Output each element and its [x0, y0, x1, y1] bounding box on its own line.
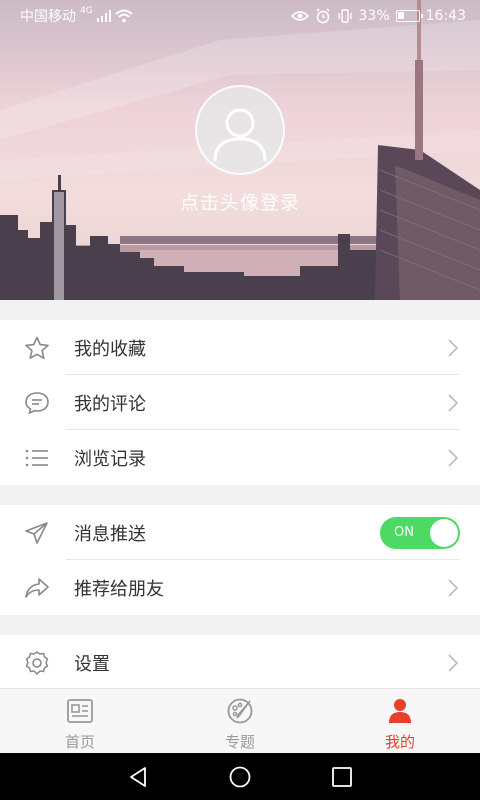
chevron-right-icon: [448, 394, 459, 412]
back-icon[interactable]: [127, 765, 151, 789]
menu-item-favorites[interactable]: 我的收藏: [0, 320, 480, 375]
share-icon: [25, 578, 49, 598]
comment-icon: [25, 392, 49, 415]
menu-group-share: 消息推送 ON 推荐给朋友: [0, 505, 480, 615]
menu-item-settings[interactable]: 设置: [0, 635, 480, 688]
toggle-knob: [430, 519, 458, 547]
tab-mine[interactable]: 我的: [350, 689, 450, 754]
menu-item-recommend[interactable]: 推荐给朋友: [0, 560, 480, 615]
tab-home[interactable]: 首页: [30, 689, 130, 754]
toggle-state-label: ON: [394, 525, 414, 540]
home-icon[interactable]: [228, 765, 252, 789]
menu-item-history[interactable]: 浏览记录: [0, 430, 480, 485]
news-icon: [67, 699, 93, 723]
alarm-icon: [315, 8, 330, 24]
profile-header: 中国移动 4G 33% 16:43 点击头像登录: [0, 0, 480, 300]
clock: 16:43: [425, 8, 466, 24]
signal-icon: [96, 10, 111, 22]
menu-item-label: 我的收藏: [74, 338, 146, 360]
tab-label: 专题: [224, 733, 255, 751]
palette-icon: [227, 698, 253, 724]
system-nav-bar: [0, 753, 480, 800]
tab-label: 我的: [384, 733, 415, 751]
battery-icon: [395, 10, 423, 22]
gear-icon: [25, 651, 49, 675]
send-icon: [25, 522, 48, 544]
menu-item-label: 设置: [74, 653, 110, 675]
chevron-right-icon: [448, 339, 459, 357]
menu-group-content: 我的收藏 我的评论 浏览记录: [0, 320, 480, 485]
network-type: 4G: [80, 6, 93, 16]
eye-icon: [290, 11, 309, 21]
menu-item-comments[interactable]: 我的评论: [0, 375, 480, 430]
bottom-tab-bar: 首页 专题 我的: [0, 688, 480, 753]
recents-icon[interactable]: [330, 765, 354, 789]
chevron-right-icon: [448, 449, 459, 467]
menu-item-label: 我的评论: [74, 393, 146, 415]
battery-fill: [397, 12, 404, 19]
star-icon: [25, 336, 49, 359]
vibrate-icon: [337, 9, 352, 23]
battery-percent: 33%: [358, 8, 390, 24]
tab-label: 首页: [64, 733, 95, 751]
login-prompt[interactable]: 点击头像登录: [0, 188, 480, 215]
menu-item-label: 推荐给朋友: [74, 578, 164, 600]
user-icon: [389, 699, 411, 723]
avatar[interactable]: [195, 85, 285, 175]
chevron-right-icon: [448, 654, 459, 672]
menu-group-settings: 设置: [0, 635, 480, 688]
push-toggle[interactable]: ON: [380, 517, 460, 549]
list-icon: [25, 449, 48, 467]
default-user-icon: [213, 108, 267, 162]
status-bar: 中国移动 4G 33% 16:43: [0, 0, 480, 32]
wifi-icon: [115, 9, 133, 23]
menu-item-label: 消息推送: [74, 523, 146, 545]
screen: 中国移动 4G 33% 16:43 点击头像登录 我的收藏 我的评论 浏览记录 …: [0, 0, 480, 800]
chevron-right-icon: [448, 579, 459, 597]
tab-topics[interactable]: 专题: [190, 689, 290, 754]
menu-item-push: 消息推送 ON: [0, 505, 480, 560]
menu-item-label: 浏览记录: [74, 448, 146, 470]
carrier-label: 中国移动: [20, 9, 76, 25]
